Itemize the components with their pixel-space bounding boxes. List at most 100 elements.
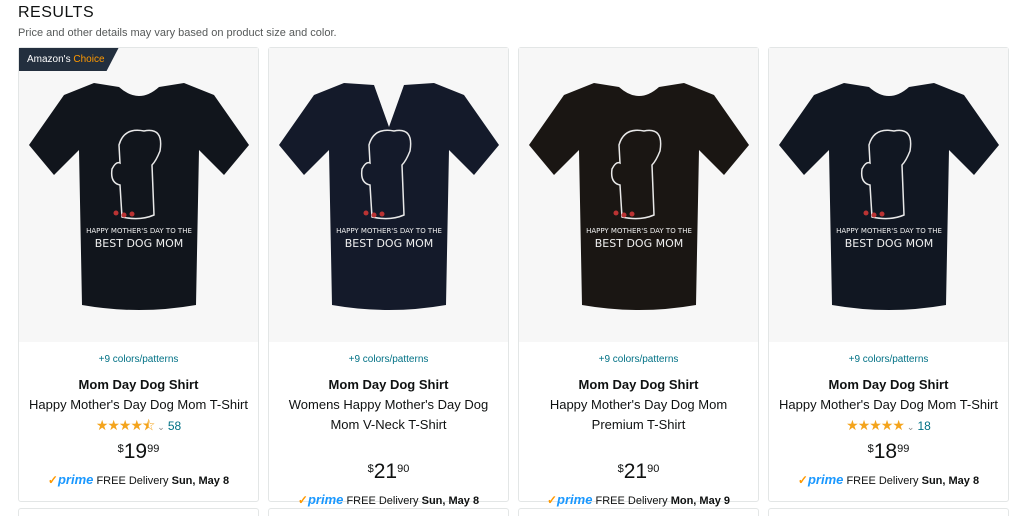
flower-decoration bbox=[879, 211, 884, 217]
price-symbol: $ bbox=[117, 443, 124, 455]
tshirt-image: HAPPY MOTHER'S DAY TO THE BEST DOG MOM bbox=[28, 83, 249, 310]
product-title-line: Womens Happy Mother's Day Dog bbox=[288, 397, 489, 412]
shirt-print-line1: HAPPY MOTHER'S DAY TO THE bbox=[586, 227, 692, 235]
delivery-date: Sun, May 8 bbox=[421, 495, 480, 507]
prime-logo: prime bbox=[807, 472, 844, 487]
product-price: $1899 bbox=[769, 440, 1008, 464]
tshirt-shape bbox=[528, 83, 749, 310]
price-whole: 18 bbox=[873, 440, 898, 463]
tshirt-shape bbox=[278, 83, 499, 310]
rating-row[interactable]: ★★★★★ ⌄ 18 bbox=[769, 416, 1008, 434]
shirt-print-line2: BEST DOG MOM bbox=[94, 237, 182, 250]
product-title-line: Happy Mother's Day Dog Mom T-Shirt bbox=[779, 397, 998, 412]
product-card[interactable]: Amazon's Choice HAPPY MOTHER'S DAY TO TH… bbox=[18, 47, 259, 502]
flower-decoration bbox=[613, 210, 618, 216]
colors-patterns-link[interactable]: +9 colors/patterns bbox=[519, 354, 758, 365]
shirt-print-line1: HAPPY MOTHER'S DAY TO THE bbox=[836, 227, 942, 235]
delivery-label: FREE Delivery bbox=[96, 475, 169, 487]
rating-row bbox=[519, 436, 758, 454]
product-card[interactable]: HAPPY MOTHER'S DAY TO THE BEST DOG MOM +9… bbox=[268, 47, 509, 507]
price-whole: 21 bbox=[623, 460, 648, 483]
delivery-info: ✓prime FREE Delivery Mon, May 9 bbox=[519, 492, 758, 507]
product-card[interactable]: HAPPY MOTHER'S DAY TO THE BEST DOG MOM +9… bbox=[768, 47, 1009, 502]
price-whole: 19 bbox=[123, 440, 148, 463]
star-rating-icon: ★★★★★ bbox=[846, 417, 905, 433]
product-title-line: Mom V-Neck T-Shirt bbox=[330, 417, 447, 432]
delivery-info: ✓prime FREE Delivery Sun, May 8 bbox=[269, 492, 508, 507]
results-header: RESULTS Price and other details may vary… bbox=[18, 3, 337, 39]
rating-count[interactable]: 58 bbox=[168, 419, 181, 433]
product-brand: Mom Day Dog Shirt bbox=[578, 377, 699, 392]
price-fraction: 99 bbox=[897, 443, 910, 455]
flower-decoration bbox=[121, 212, 126, 218]
flower-decoration bbox=[871, 212, 876, 218]
delivery-info: ✓prime FREE Delivery Sun, May 8 bbox=[19, 472, 258, 487]
product-title-line: Happy Mother's Day Dog Mom T-Shirt bbox=[29, 397, 248, 412]
colors-patterns-link[interactable]: +9 colors/patterns bbox=[269, 354, 508, 365]
rating-row[interactable]: ★★★★⯪ ⌄ 58 bbox=[19, 416, 258, 434]
product-title-link[interactable]: Womens Happy Mother's Day Dog Mom V-Neck… bbox=[269, 395, 508, 435]
product-price: $2190 bbox=[269, 460, 508, 484]
product-brand: Mom Day Dog Shirt bbox=[828, 377, 949, 392]
rating-row bbox=[269, 436, 508, 454]
chevron-down-icon[interactable]: ⌄ bbox=[157, 422, 165, 432]
flower-decoration bbox=[363, 210, 368, 216]
rating-count[interactable]: 18 bbox=[917, 419, 930, 433]
tshirt-shape bbox=[778, 83, 999, 310]
price-symbol: $ bbox=[867, 443, 874, 455]
colors-patterns-link[interactable]: +9 colors/patterns bbox=[19, 354, 258, 365]
prime-check-icon: ✓ bbox=[297, 493, 308, 507]
chevron-down-icon[interactable]: ⌄ bbox=[907, 422, 915, 432]
price-whole: 21 bbox=[373, 460, 398, 483]
product-image[interactable]: HAPPY MOTHER'S DAY TO THE BEST DOG MOM bbox=[19, 48, 258, 342]
product-image[interactable]: HAPPY MOTHER'S DAY TO THE BEST DOG MOM bbox=[269, 48, 508, 342]
results-subtitle: Price and other details may vary based o… bbox=[18, 27, 337, 39]
results-title: RESULTS bbox=[18, 4, 95, 21]
product-image[interactable]: HAPPY MOTHER'S DAY TO THE BEST DOG MOM bbox=[769, 48, 1008, 342]
product-price: $1999 bbox=[19, 440, 258, 464]
flower-decoration bbox=[629, 211, 634, 217]
tshirt-image: HAPPY MOTHER'S DAY TO THE BEST DOG MOM bbox=[778, 83, 999, 310]
product-price: $2190 bbox=[519, 460, 758, 484]
flower-decoration bbox=[113, 210, 118, 216]
product-title-link[interactable]: Happy Mother's Day Dog Mom T-Shirt bbox=[19, 395, 258, 415]
shirt-print-line1: HAPPY MOTHER'S DAY TO THE bbox=[86, 227, 192, 235]
product-title-link[interactable]: Happy Mother's Day Dog Mom Premium T-Shi… bbox=[519, 395, 758, 435]
delivery-info: ✓prime FREE Delivery Sun, May 8 bbox=[769, 472, 1008, 487]
badge-suffix: Choice bbox=[73, 54, 105, 65]
product-title-link[interactable]: Happy Mother's Day Dog Mom T-Shirt bbox=[769, 395, 1008, 415]
price-symbol: $ bbox=[367, 463, 374, 475]
tshirt-shape bbox=[28, 83, 249, 310]
delivery-date: Mon, May 9 bbox=[670, 495, 730, 507]
amazons-choice-badge: Amazon's Choice bbox=[19, 48, 119, 71]
price-fraction: 90 bbox=[397, 463, 410, 475]
product-title-line: Happy Mother's Day Dog Mom bbox=[549, 397, 728, 412]
prime-logo: prime bbox=[557, 492, 593, 507]
badge-prefix: Amazon's bbox=[27, 54, 71, 65]
flower-decoration bbox=[621, 212, 626, 218]
flower-decoration bbox=[863, 210, 868, 216]
shirt-print-line2: BEST DOG MOM bbox=[844, 237, 932, 250]
flower-decoration bbox=[371, 212, 376, 218]
prime-check-icon: ✓ bbox=[47, 473, 58, 487]
delivery-label: FREE Delivery bbox=[595, 495, 668, 507]
prime-logo: prime bbox=[307, 492, 344, 507]
star-rating-icon: ★★★★⯪ bbox=[95, 417, 155, 433]
colors-patterns-link[interactable]: +9 colors/patterns bbox=[769, 354, 1008, 365]
shirt-print-line2: BEST DOG MOM bbox=[594, 237, 682, 250]
delivery-date: Sun, May 8 bbox=[921, 475, 980, 487]
flower-decoration bbox=[129, 211, 134, 217]
prime-logo: prime bbox=[57, 472, 94, 487]
product-brand: Mom Day Dog Shirt bbox=[78, 377, 199, 392]
shirt-print-line2: BEST DOG MOM bbox=[344, 237, 432, 250]
product-card[interactable]: HAPPY MOTHER'S DAY TO THE BEST DOG MOM +9… bbox=[518, 47, 759, 507]
tshirt-image: HAPPY MOTHER'S DAY TO THE BEST DOG MOM bbox=[528, 83, 749, 310]
prime-check-icon: ✓ bbox=[797, 473, 808, 487]
price-fraction: 99 bbox=[147, 443, 160, 455]
price-symbol: $ bbox=[617, 463, 624, 475]
tshirt-image: HAPPY MOTHER'S DAY TO THE BEST DOG MOM bbox=[278, 83, 499, 310]
delivery-date: Sun, May 8 bbox=[171, 475, 230, 487]
product-image[interactable]: HAPPY MOTHER'S DAY TO THE BEST DOG MOM bbox=[519, 48, 758, 342]
shirt-print-line1: HAPPY MOTHER'S DAY TO THE bbox=[336, 227, 442, 235]
flower-decoration bbox=[379, 211, 384, 217]
